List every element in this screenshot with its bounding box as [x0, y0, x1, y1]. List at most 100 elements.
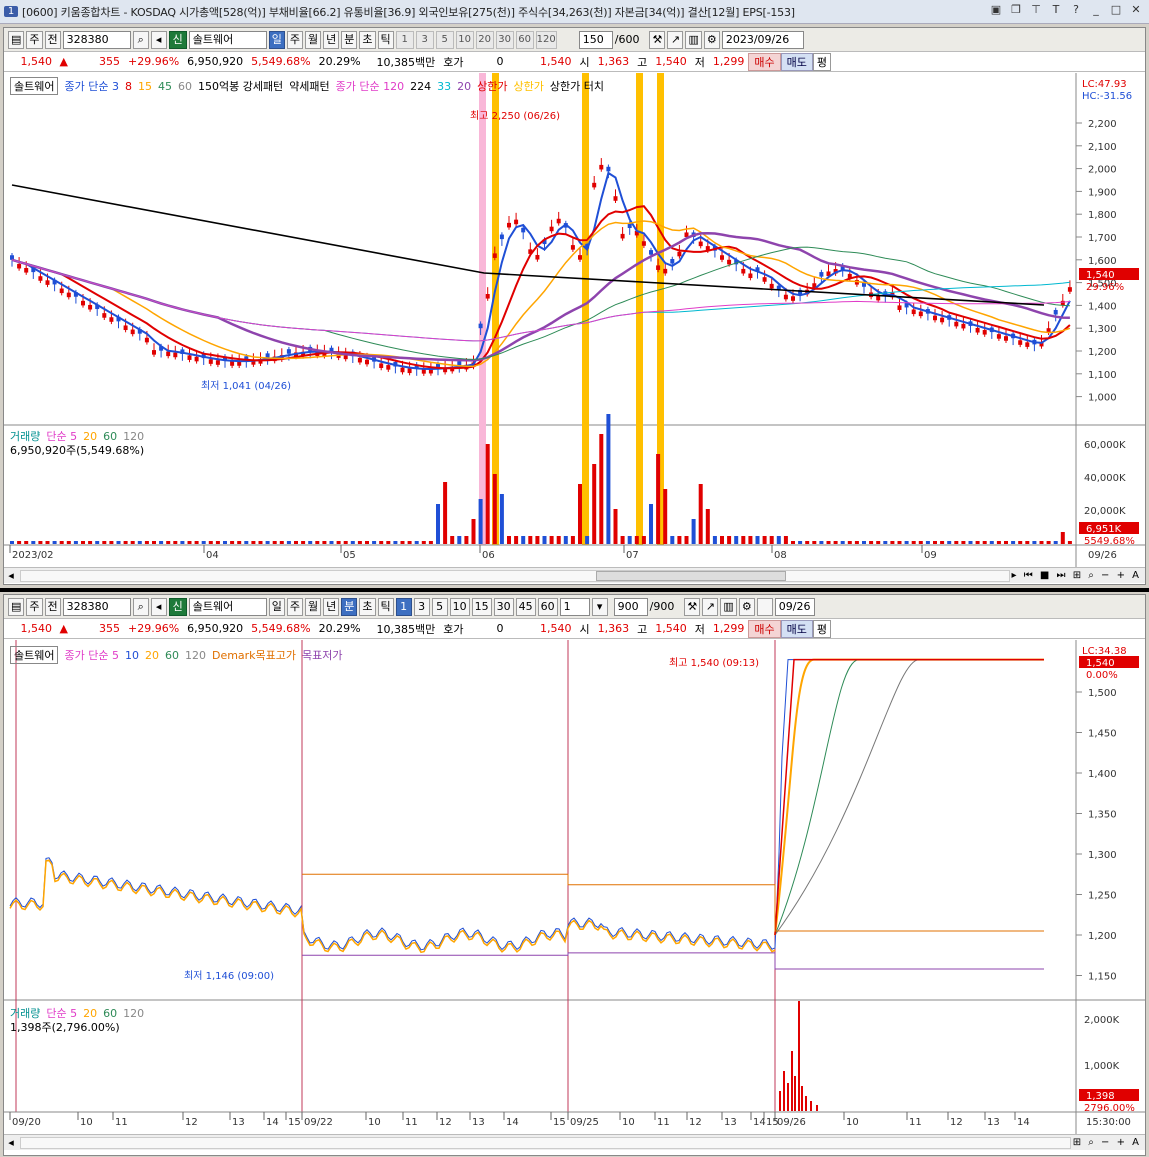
legend-limit: 상한가 [513, 80, 544, 93]
chevron-down-icon[interactable]: ▾ [591, 597, 608, 616]
sound-icon[interactable]: ◂ [150, 597, 167, 616]
candle-body [102, 313, 107, 318]
help-icon[interactable]: ? [1069, 3, 1083, 17]
minute-chart-pane: ▤ 주 전 328380 ⌕ ◂ 신 솔트웨어 일 주 월 년 분 초 틱 1 … [3, 594, 1146, 1156]
period-year[interactable]: 년 [323, 597, 340, 616]
scroll-left-icon[interactable]: ◂ [4, 569, 18, 582]
unit-10[interactable]: 10 [455, 30, 474, 49]
unit-input[interactable]: 1 [559, 597, 590, 616]
sound-icon[interactable]: ◂ [150, 30, 167, 49]
buy-button[interactable]: 매수 [748, 52, 781, 71]
price-tick: 2,200 [1088, 119, 1117, 130]
sell-button[interactable]: 매도 [780, 52, 813, 71]
unit-10[interactable]: 10 [449, 597, 470, 616]
unit-1[interactable]: 1 [395, 597, 412, 616]
volume-bar [819, 541, 824, 544]
unit-45[interactable]: 45 [515, 597, 536, 616]
period-month[interactable]: 월 [305, 597, 322, 616]
unit-120[interactable]: 120 [535, 30, 557, 49]
period-day[interactable]: 일 [268, 597, 285, 616]
save-icon[interactable]: ▥ [685, 30, 702, 49]
code-input[interactable]: 328380 [62, 30, 131, 49]
scroll-left-icon[interactable]: ◂ [4, 1136, 18, 1149]
unit-5[interactable]: 5 [435, 30, 454, 49]
unit-3[interactable]: 3 [415, 30, 434, 49]
period-tick[interactable]: 틱 [377, 597, 394, 616]
legend-name[interactable]: 솔트웨어 [10, 646, 59, 664]
top-scrollbar[interactable]: ◂ ▸ ⏮ ■ ⏭ ⊞ ⌕ − + A [4, 567, 1145, 583]
unit-1[interactable]: 1 [395, 30, 414, 49]
volume-bar [862, 541, 866, 544]
legend-name[interactable]: 솔트웨어 [10, 77, 59, 95]
unit-30[interactable]: 30 [493, 597, 514, 616]
period-minute[interactable]: 분 [341, 30, 358, 49]
volume-bar [66, 541, 71, 544]
date-input[interactable]: 09/26 [774, 597, 815, 616]
avg-button[interactable]: 평 [812, 619, 832, 638]
save-icon[interactable]: ▥ [720, 597, 737, 616]
maximize-icon[interactable]: □ [1109, 3, 1123, 17]
unit-20[interactable]: 20 [475, 30, 494, 49]
period-tick[interactable]: 틱 [377, 30, 394, 49]
unit-60[interactable]: 60 [537, 597, 558, 616]
code-input[interactable]: 328380 [62, 597, 131, 616]
tool-icon[interactable]: ⚒ [649, 30, 666, 49]
chart-type-icon[interactable]: ▤ [8, 597, 25, 616]
turnover: 20.29% [318, 55, 361, 68]
scope-select[interactable]: 전 [44, 30, 61, 49]
search-icon[interactable]: ⌕ [132, 597, 149, 616]
candle-body [620, 233, 625, 239]
unit-5[interactable]: 5 [431, 597, 448, 616]
search-icon[interactable]: ⌕ [132, 30, 149, 49]
period-week[interactable]: 주 [286, 597, 304, 616]
minimize-icon[interactable]: _ [1089, 3, 1103, 17]
chart-controls[interactable]: ⊞ ⌕ − + A [1073, 1137, 1145, 1148]
period-year[interactable]: 년 [323, 30, 340, 49]
pane-divider[interactable] [0, 588, 1149, 592]
period-minute[interactable]: 분 [341, 597, 358, 616]
date-input[interactable]: 2023/09/26 [721, 30, 804, 49]
gear-icon[interactable]: ⚙ [738, 597, 755, 616]
checkbox[interactable] [756, 597, 773, 616]
volume-bar [201, 541, 206, 544]
volume-bar [372, 541, 377, 544]
market-select[interactable]: 주 [26, 597, 43, 616]
count-input[interactable]: 150 [578, 30, 613, 49]
draw-icon[interactable]: ↗ [702, 597, 719, 616]
bottom-scrollbar[interactable]: ◂ ⊞ ⌕ − + A [4, 1134, 1145, 1150]
market-select[interactable]: 주 [26, 30, 43, 49]
tile-icon[interactable]: ❐ [1009, 3, 1023, 17]
count-input[interactable]: 900 [613, 597, 648, 616]
period-week[interactable]: 주 [286, 30, 304, 49]
chart-controls[interactable]: ▸ ⏮ ■ ⏭ ⊞ ⌕ − + A [1012, 570, 1145, 581]
restore-icon[interactable]: ▣ [989, 3, 1003, 17]
close-icon[interactable]: ✕ [1129, 3, 1143, 17]
candle-body [876, 295, 881, 301]
unit-30[interactable]: 30 [495, 30, 514, 49]
draw-icon[interactable]: ↗ [667, 30, 684, 49]
unit-3[interactable]: 3 [413, 597, 430, 616]
candle-body [166, 351, 171, 357]
unit-60[interactable]: 60 [515, 30, 534, 49]
scope-select[interactable]: 전 [44, 597, 61, 616]
pin-icon[interactable]: ⊤ [1029, 3, 1043, 17]
avg-button[interactable]: 평 [812, 52, 832, 71]
candle-body [549, 226, 554, 232]
period-second[interactable]: 초 [359, 597, 376, 616]
gear-icon[interactable]: ⚙ [703, 30, 720, 49]
new-badge: 신 [168, 597, 187, 616]
tool-icon[interactable]: ⚒ [684, 597, 701, 616]
sell-button[interactable]: 매도 [780, 619, 813, 638]
chart-type-icon[interactable]: ▤ [8, 30, 25, 49]
candle-body [996, 334, 1001, 339]
volume: 6,950,920 [187, 622, 244, 635]
period-month[interactable]: 월 [305, 30, 322, 49]
text-icon[interactable]: T [1049, 3, 1063, 17]
unit-15[interactable]: 15 [471, 597, 492, 616]
period-day[interactable]: 일 [268, 30, 285, 49]
candle-body [59, 288, 64, 294]
buy-button[interactable]: 매수 [748, 619, 781, 638]
volume-bar [215, 541, 220, 544]
period-second[interactable]: 초 [359, 30, 376, 49]
volume-bar [578, 484, 582, 544]
